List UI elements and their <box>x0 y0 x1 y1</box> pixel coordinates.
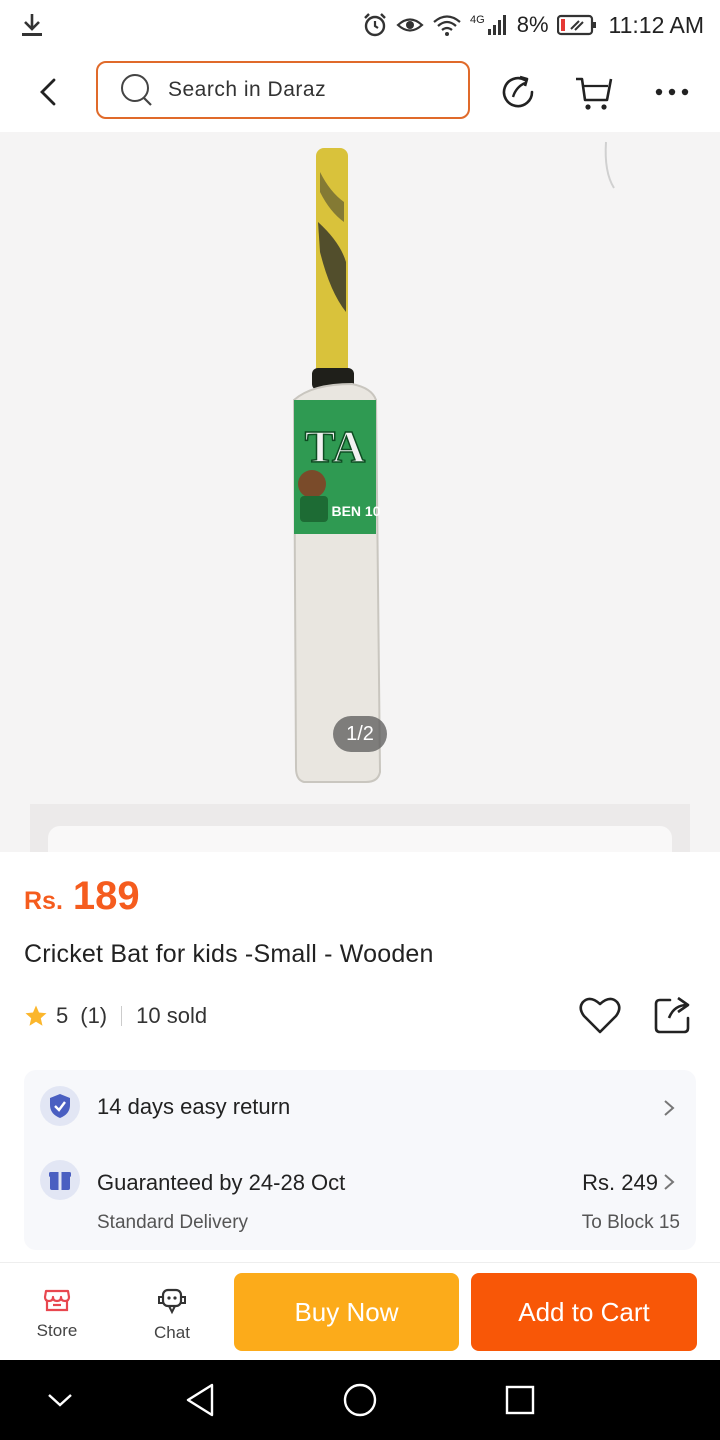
chat-icon <box>158 1288 186 1315</box>
return-policy-row[interactable]: 14 days easy return <box>24 1070 696 1144</box>
share-arrow-icon <box>502 75 534 108</box>
nav-back-button[interactable] <box>180 1380 220 1420</box>
rating-divider <box>121 1006 123 1026</box>
chevron-right-icon <box>664 1100 675 1116</box>
search-placeholder: Search in Daraz <box>168 78 327 101</box>
star-icon <box>25 1005 47 1026</box>
sold-count: 10 sold <box>136 1003 208 1028</box>
review-count: (1) <box>80 1003 108 1028</box>
share-icon <box>654 996 690 1034</box>
download-icon <box>22 14 42 36</box>
nav-collapse-button[interactable] <box>40 1380 80 1420</box>
eye-icon <box>396 18 424 32</box>
price-amount: 189 <box>72 874 140 918</box>
price-currency: Rs. <box>24 887 63 915</box>
product-price: Rs. 189 <box>24 874 140 919</box>
alarm-icon <box>364 13 386 37</box>
bat-sticker-text: BEN 10 <box>331 503 380 519</box>
back-arrow-icon <box>40 78 56 106</box>
image-counter: 1/2 <box>333 716 387 752</box>
system-navigation-bar <box>0 1360 720 1440</box>
delivery-location: To Block 15 <box>581 1212 680 1233</box>
buy-now-button[interactable]: Buy Now <box>234 1273 459 1351</box>
product-image-gallery[interactable]: TA BEN 10 1/2 <box>0 132 720 852</box>
delivery-box-icon <box>40 1160 80 1200</box>
status-icons: 4G 8% 11:12 AM <box>362 10 704 40</box>
triangle-back-icon <box>186 1383 214 1417</box>
search-input[interactable]: Search in Daraz <box>96 61 470 119</box>
signal-icon: 4G <box>470 14 509 36</box>
heart-icon <box>579 997 621 1034</box>
wifi-icon <box>433 15 461 36</box>
nav-home-button[interactable] <box>340 1380 380 1420</box>
rating-row[interactable]: 5 (1) 10 sold <box>24 998 207 1034</box>
top-bar: Search in Daraz <box>0 52 720 132</box>
bottom-action-bar: Store Chat Buy Now Add to Cart <box>0 1262 720 1360</box>
search-icon <box>121 74 152 106</box>
return-policy-text: 14 days easy return <box>97 1094 291 1119</box>
clock: 11:12 AM <box>608 11 704 38</box>
delivery-fee: Rs. 249 <box>582 1170 658 1195</box>
chat-button[interactable]: Chat <box>132 1287 212 1347</box>
delivery-row[interactable]: Guaranteed by 24-28 Oct Standard Deliver… <box>24 1150 696 1250</box>
cart-icon <box>576 77 613 110</box>
circle-home-icon <box>343 1383 377 1417</box>
more-dots-icon <box>655 88 689 96</box>
chat-label: Chat <box>154 1323 190 1342</box>
store-button[interactable]: Store <box>17 1287 97 1347</box>
product-title: Cricket Bat for kids -Small - Wooden <box>24 940 434 968</box>
status-bar: 4G 8% 11:12 AM <box>0 0 720 52</box>
thumbnail-panel <box>48 826 672 852</box>
battery-icon <box>556 14 596 36</box>
battery-percent: 8% <box>516 12 549 37</box>
cart-button[interactable] <box>572 70 616 114</box>
chevron-down-icon <box>48 1394 72 1407</box>
add-to-cart-button[interactable]: Add to Cart <box>471 1273 697 1351</box>
thumbnail-strip <box>30 804 690 852</box>
delivery-type: Standard Delivery <box>97 1212 249 1233</box>
more-options-button[interactable] <box>650 70 694 114</box>
wishlist-button[interactable] <box>578 994 622 1036</box>
store-label: Store <box>36 1321 78 1340</box>
delivery-guarantee: Guaranteed by 24-28 Oct <box>97 1170 346 1195</box>
share-top-button[interactable] <box>496 70 540 114</box>
square-recents-icon <box>505 1385 535 1415</box>
share-button[interactable] <box>652 994 694 1036</box>
shield-icon <box>40 1086 80 1126</box>
delivery-info-card: 14 days easy return Guaranteed by 24-28 … <box>24 1070 696 1250</box>
rating-score: 5 <box>56 1003 69 1028</box>
chevron-right-icon <box>664 1174 675 1190</box>
network-type: 4G <box>470 14 485 26</box>
bat-label-text: TA <box>305 421 366 472</box>
nav-recents-button[interactable] <box>500 1380 540 1420</box>
store-icon <box>43 1289 71 1312</box>
back-button[interactable] <box>28 72 68 112</box>
